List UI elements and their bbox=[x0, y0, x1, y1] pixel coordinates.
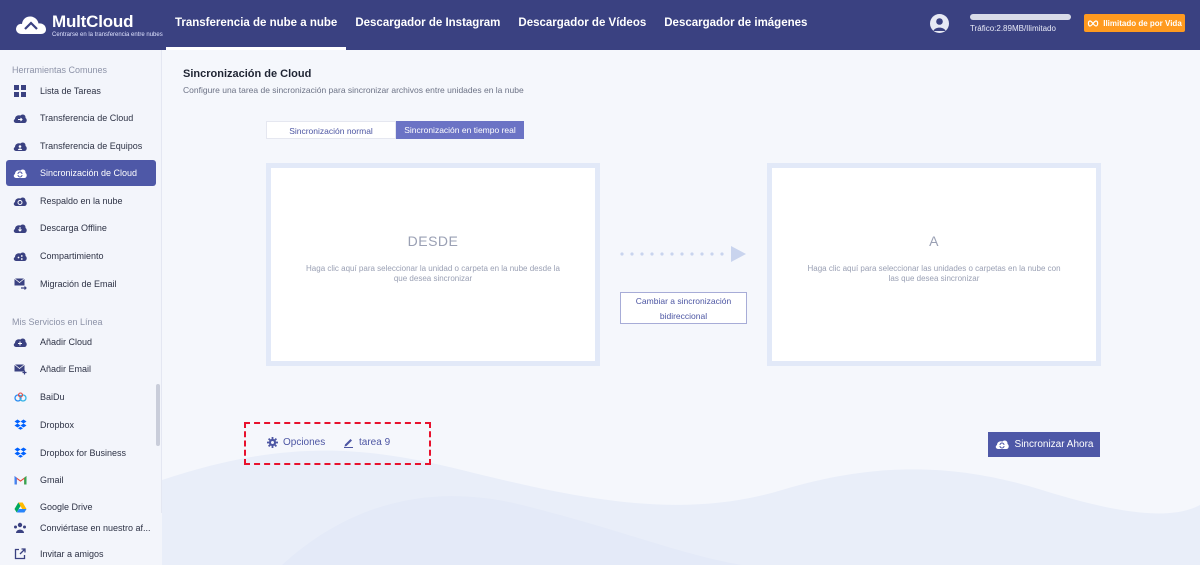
bidirectional-label-line2: bidireccional bbox=[659, 311, 708, 321]
gmail-icon bbox=[13, 473, 27, 487]
source-panel-title: DESDE bbox=[407, 233, 459, 249]
task-name: tarea 9 bbox=[359, 437, 391, 448]
sidebar-item-label: Descarga Offline bbox=[40, 223, 107, 233]
sidebar-item-label: Transferencia de Cloud bbox=[40, 113, 134, 123]
sidebar-item-task-list[interactable]: Lista de Tareas bbox=[6, 78, 156, 104]
add-cloud-icon bbox=[13, 335, 27, 349]
tab-realtime-sync[interactable]: Sincronización en tiempo real bbox=[396, 121, 524, 139]
cloud-logo-icon bbox=[16, 16, 46, 34]
sidebar-item-cloud-transfer[interactable]: Transferencia de Cloud bbox=[6, 105, 156, 131]
cloud-backup-icon bbox=[13, 194, 27, 208]
top-bar: MultCloud Centrarse en la transferencia … bbox=[0, 0, 1200, 50]
sidebar-section-title-services: Mis Servicios en Línea bbox=[12, 317, 103, 327]
destination-panel-title: A bbox=[929, 233, 939, 249]
destination-panel-description: Haga clic aquí para seleccionar las unid… bbox=[807, 264, 1061, 283]
sidebar-item-add-email[interactable]: Añadir Email bbox=[6, 356, 156, 382]
dotted-arrow-icon bbox=[620, 246, 746, 262]
dropbox-icon bbox=[13, 418, 27, 432]
cloud-team-icon bbox=[13, 139, 27, 153]
sidebar-item-label: Transferencia de Equipos bbox=[40, 141, 143, 151]
brand-logo[interactable]: MultCloud Centrarse en la transferencia … bbox=[14, 10, 164, 40]
sidebar-item-cloud-sync[interactable]: Sincronización de Cloud bbox=[6, 160, 156, 186]
add-email-icon bbox=[13, 362, 27, 376]
invite-icon bbox=[13, 547, 27, 561]
sidebar-item-label: Dropbox for Business bbox=[40, 448, 127, 458]
sidebar-item-cloud-backup[interactable]: Respaldo en la nube bbox=[6, 188, 156, 214]
nav-instagram-downloader[interactable]: Descargador de Instagram bbox=[346, 0, 509, 50]
nav-cloud-to-cloud[interactable]: Transferencia de nube a nube bbox=[166, 0, 347, 50]
gear-icon bbox=[267, 437, 278, 448]
cloud-sync-icon bbox=[13, 166, 27, 180]
user-avatar-icon[interactable] bbox=[930, 14, 949, 33]
source-panel-description: Haga clic aquí para seleccionar la unida… bbox=[306, 264, 560, 283]
traffic-progress-bar bbox=[970, 14, 1071, 20]
sidebar-item-gmail[interactable]: Gmail bbox=[6, 467, 156, 493]
grid-icon bbox=[13, 84, 27, 98]
source-selector-panel[interactable]: DESDE Haga clic aquí para seleccionar la… bbox=[266, 163, 600, 366]
sidebar-item-email-migration[interactable]: Migración de Email bbox=[6, 271, 156, 297]
cloud-download-icon bbox=[13, 221, 27, 235]
sidebar-item-label: Dropbox bbox=[40, 420, 75, 430]
page-subtitle: Configure una tarea de sincronización pa… bbox=[183, 85, 524, 95]
plan-label: Ilimitado de por Vida bbox=[1103, 18, 1182, 28]
bidirectional-label-line1: Cambiar a sincronización bbox=[635, 296, 732, 306]
switch-bidirectional-button[interactable]: Cambiar a sincronización bidireccional bbox=[620, 292, 747, 324]
sidebar-item-label: Compartimiento bbox=[40, 251, 104, 261]
main-content: Sincronización de Cloud Configure una ta… bbox=[162, 50, 1200, 565]
baidu-icon bbox=[13, 390, 27, 404]
sync-now-button[interactable]: Sincronizar Ahora bbox=[988, 432, 1100, 457]
dropbox-business-icon bbox=[13, 446, 27, 460]
sidebar-item-label: BaiDu bbox=[40, 392, 65, 402]
tab-normal-sync[interactable]: Sincronización normal bbox=[266, 121, 396, 139]
cloud-sync-icon bbox=[995, 440, 1009, 449]
sync-now-label: Sincronizar Ahora bbox=[1014, 439, 1094, 450]
sidebar-item-label: Migración de Email bbox=[40, 279, 117, 289]
sidebar-item-sharing[interactable]: Compartimiento bbox=[6, 243, 156, 269]
sidebar-item-dropbox[interactable]: Dropbox bbox=[6, 412, 156, 438]
affiliate-icon bbox=[13, 521, 27, 535]
nav-video-downloader[interactable]: Descargador de Vídeos bbox=[509, 0, 655, 50]
infinity-icon bbox=[1088, 19, 1099, 27]
sidebar: Herramientas Comunes Lista de Tareas Tra… bbox=[0, 50, 162, 565]
sidebar-item-label: Respaldo en la nube bbox=[40, 196, 123, 206]
sidebar-item-label: Lista de Tareas bbox=[40, 86, 101, 96]
cloud-share-icon bbox=[13, 249, 27, 263]
brand-name: MultCloud bbox=[52, 12, 134, 31]
sidebar-item-label: Google Drive bbox=[40, 502, 93, 512]
sidebar-item-affiliate[interactable]: Conviértase en nuestro af... bbox=[6, 515, 156, 541]
pencil-icon bbox=[344, 439, 353, 448]
sidebar-item-label: Sincronización de Cloud bbox=[40, 168, 138, 178]
sidebar-item-invite-friends[interactable]: Invitar a amigos bbox=[6, 541, 156, 565]
sidebar-item-add-cloud[interactable]: Añadir Cloud bbox=[6, 329, 156, 355]
sync-mode-tabs: Sincronización normal Sincronización en … bbox=[266, 121, 524, 139]
sidebar-item-label: Invitar a amigos bbox=[40, 549, 104, 559]
sidebar-item-offline-download[interactable]: Descarga Offline bbox=[6, 215, 156, 241]
sidebar-item-label: Añadir Cloud bbox=[40, 337, 93, 347]
nav-image-downloader[interactable]: Descargador de imágenes bbox=[655, 0, 816, 50]
google-drive-icon bbox=[13, 500, 27, 514]
sidebar-item-team-transfer[interactable]: Transferencia de Equipos bbox=[6, 133, 156, 159]
destination-selector-panel[interactable]: A Haga clic aquí para seleccionar las un… bbox=[767, 163, 1101, 366]
brand-tagline: Centrarse en la transferencia entre nube… bbox=[52, 32, 163, 38]
sidebar-item-label: Añadir Email bbox=[40, 364, 92, 374]
page-title: Sincronización de Cloud bbox=[183, 68, 312, 80]
cloud-transfer-icon bbox=[13, 111, 27, 125]
sidebar-item-baidu[interactable]: BaiDu bbox=[6, 384, 156, 410]
sidebar-scrollbar[interactable] bbox=[156, 384, 160, 446]
sidebar-item-dropbox-business[interactable]: Dropbox for Business bbox=[6, 440, 156, 466]
top-nav: Transferencia de nube a nube Descargador… bbox=[166, 0, 816, 50]
lifetime-plan-button[interactable]: Ilimitado de por Vida bbox=[1084, 14, 1185, 32]
options-label: Opciones bbox=[283, 437, 326, 448]
sidebar-item-label: Conviértase en nuestro af... bbox=[40, 523, 151, 533]
traffic-text: Tráfico:2.89MB/Ilimitado bbox=[970, 24, 1056, 33]
sidebar-footer: Conviértase en nuestro af... Invitar a a… bbox=[0, 513, 162, 565]
email-migration-icon bbox=[13, 277, 27, 291]
sidebar-item-label: Gmail bbox=[40, 475, 64, 485]
sidebar-section-title-tools: Herramientas Comunes bbox=[12, 65, 108, 75]
options-button[interactable]: Opciones bbox=[267, 437, 325, 448]
task-name-edit[interactable]: tarea 9 bbox=[343, 437, 390, 448]
